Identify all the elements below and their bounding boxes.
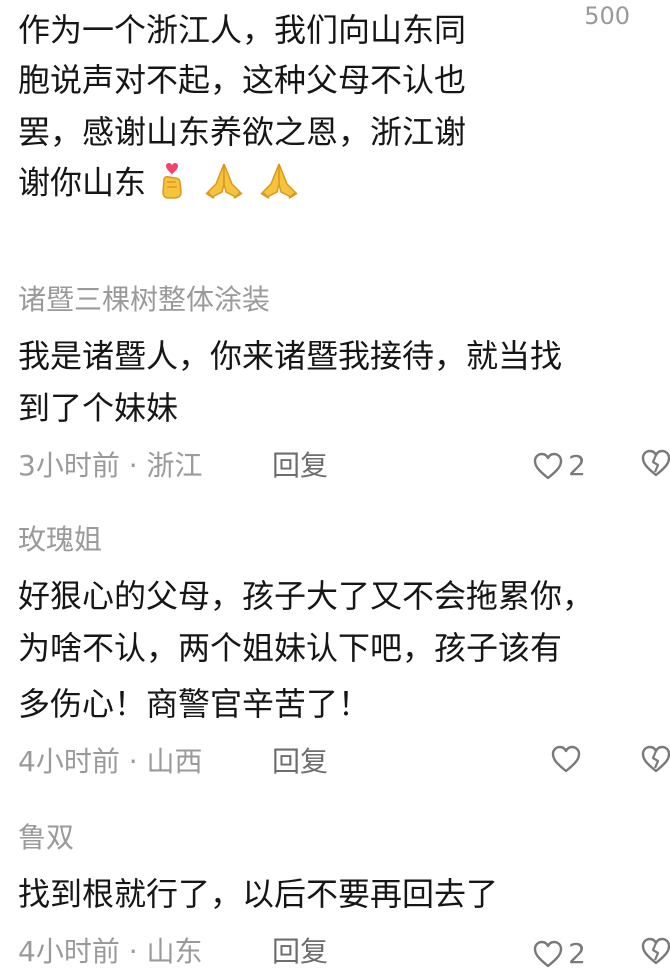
reply-button[interactable]: 回复	[272, 934, 328, 970]
comment-time-location: 4小时前 · 山西	[18, 745, 203, 778]
comment-meta: 3小时前 · 浙江 回复 2	[18, 448, 670, 484]
praying-hands-icon	[202, 160, 246, 209]
comment-body-text: 谢你山东	[18, 163, 147, 202]
dislike-button[interactable]	[640, 936, 670, 966]
like-button[interactable]: 2	[532, 448, 586, 484]
dislike-button[interactable]	[640, 744, 670, 774]
heart-icon	[533, 452, 563, 480]
reply-button[interactable]: 回复	[272, 448, 328, 484]
comment-username[interactable]: 鲁双	[18, 820, 74, 856]
broken-heart-icon	[641, 745, 670, 773]
reply-button[interactable]: 回复	[272, 744, 328, 780]
comment-body-line: 罢，感谢山东养欲之恩，浙江谢	[18, 113, 467, 151]
dislike-button[interactable]	[640, 448, 670, 478]
comment-body-line: 到了个妹妹	[18, 389, 179, 427]
comment-body-line: 找到根就行了，以后不要再回去了	[18, 875, 499, 913]
comment-username[interactable]: 玫瑰姐	[18, 522, 102, 558]
like-button[interactable]	[550, 744, 586, 774]
broken-heart-icon	[641, 937, 670, 965]
praying-hands-icon	[257, 160, 301, 209]
comment-time-location: 4小时前 · 山东	[18, 935, 203, 968]
comment-meta: 4小时前 · 山东 回复 2	[18, 934, 670, 972]
like-button[interactable]: 2	[532, 936, 586, 972]
comment-username[interactable]: 诸暨三棵树整体涂装	[18, 282, 270, 318]
comment-meta: 4小时前 · 山西 回复	[18, 744, 670, 780]
heart-icon	[551, 745, 581, 773]
comment-body-line: 我是诸暨人，你来诸暨我接待，就当找	[18, 337, 563, 375]
comment-time-location: 3小时前 · 浙江	[18, 449, 203, 482]
comment-body-line: 多伤心！商警官辛苦了！	[18, 685, 371, 723]
comment-body-line: 谢你山东	[18, 160, 301, 209]
heart-icon	[533, 940, 563, 968]
like-count: 2	[568, 937, 586, 970]
like-count: 2	[568, 449, 586, 482]
comment-body-line: 胞说声对不起，这种父母不认也	[18, 61, 467, 99]
broken-heart-icon	[641, 449, 670, 477]
comment-body-line: 为啥不认，两个姐妹认下吧，孩子该有	[18, 629, 563, 667]
comment-body-line: 好狠心的父母，孩子大了又不会拖累你，	[18, 577, 595, 615]
comment-body-line: 作为一个浙江人，我们向山东同	[18, 11, 467, 49]
heart-hand-icon	[156, 160, 192, 209]
like-count-top: 500	[584, 2, 630, 30]
